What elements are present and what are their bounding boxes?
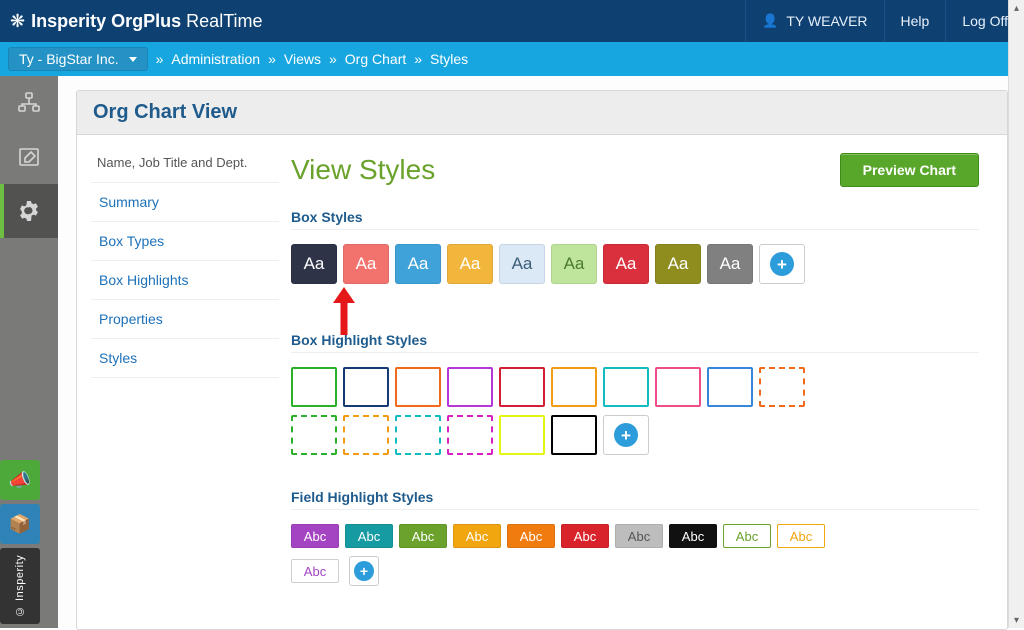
box-style-swatch[interactable]: Aa	[603, 244, 649, 284]
preview-chart-button[interactable]: Preview Chart	[840, 153, 979, 187]
box-style-swatch[interactable]: Aa	[343, 244, 389, 284]
section-box-styles: Box Styles	[291, 209, 979, 225]
view-caption: Name, Job Title and Dept.	[91, 155, 279, 182]
field-highlight-swatch[interactable]: Abc	[399, 524, 447, 548]
org-chart-icon	[17, 91, 41, 115]
box-highlight-swatch[interactable]	[447, 415, 493, 455]
sun-icon: ❋	[10, 11, 25, 32]
float-announce[interactable]: 📣	[0, 460, 40, 500]
package-icon: 📦	[9, 514, 31, 535]
box-style-swatch[interactable]: Aa	[707, 244, 753, 284]
float-box[interactable]: 📦	[0, 504, 40, 544]
sidenav-boxtypes[interactable]: Box Types	[91, 222, 279, 261]
box-highlight-swatch[interactable]	[447, 367, 493, 407]
edit-icon	[17, 145, 41, 169]
field-highlight-swatch[interactable]: Abc	[777, 524, 825, 548]
org-name: Ty - BigStar Inc.	[19, 51, 119, 67]
crumb-administration[interactable]: Administration	[171, 51, 260, 67]
user-menu[interactable]: 👤 TY WEAVER	[745, 0, 883, 42]
field-highlight-swatch[interactable]: Abc	[453, 524, 501, 548]
app-logo: ❋ Insperity OrgPlus RealTime	[0, 11, 263, 32]
box-styles-row: AaAaAaAaAaAaAaAaAa+	[291, 244, 979, 284]
plus-icon: +	[770, 252, 794, 276]
box-style-swatch[interactable]: Aa	[291, 244, 337, 284]
box-highlight-swatch[interactable]	[343, 415, 389, 455]
box-highlight-swatch[interactable]	[603, 367, 649, 407]
crumb-styles[interactable]: Styles	[430, 51, 468, 67]
box-style-swatch[interactable]: Aa	[395, 244, 441, 284]
box-highlight-swatch[interactable]	[551, 367, 597, 407]
sidenav-properties[interactable]: Properties	[91, 300, 279, 339]
float-insperity[interactable]: © Insperity	[0, 548, 40, 624]
box-highlight-swatch[interactable]	[395, 415, 441, 455]
box-highlight-swatch[interactable]	[655, 367, 701, 407]
sidenav-summary[interactable]: Summary	[91, 183, 279, 222]
left-rail: 📣 📦 © Insperity	[0, 76, 58, 628]
help-link[interactable]: Help	[884, 0, 946, 42]
chevron-down-icon	[129, 57, 137, 62]
box-highlight-swatch[interactable]	[291, 367, 337, 407]
field-highlight-swatch[interactable]: Abc	[615, 524, 663, 548]
section-field-highlight-styles: Field Highlight Styles	[291, 489, 979, 505]
box-style-swatch[interactable]: Aa	[551, 244, 597, 284]
rail-settings[interactable]	[0, 184, 58, 238]
box-highlight-swatch[interactable]	[551, 415, 597, 455]
add-box-highlight[interactable]: +	[603, 415, 649, 455]
box-highlight-swatch[interactable]	[291, 415, 337, 455]
page-title: View Styles	[291, 154, 435, 186]
gear-icon	[17, 199, 41, 223]
field-highlight-swatch[interactable]: Abc	[507, 524, 555, 548]
sidenav-styles[interactable]: Styles	[91, 339, 279, 378]
field-highlight-swatch[interactable]: Abc	[561, 524, 609, 548]
crumb-views[interactable]: Views	[284, 51, 321, 67]
add-box-style[interactable]: +	[759, 244, 805, 284]
box-style-swatch[interactable]: Aa	[499, 244, 545, 284]
box-highlight-row-1	[291, 367, 979, 407]
box-highlight-swatch[interactable]	[707, 367, 753, 407]
breadcrumb-bar: Ty - BigStar Inc. »Administration »Views…	[0, 42, 1024, 76]
field-highlight-swatch[interactable]: Abc	[345, 524, 393, 548]
box-highlight-swatch[interactable]	[499, 367, 545, 407]
window-scrollbar[interactable]: ▴ ▾	[1008, 0, 1024, 628]
field-highlight-swatch[interactable]: Abc	[669, 524, 717, 548]
user-icon: 👤	[762, 13, 778, 29]
box-highlight-swatch[interactable]	[499, 415, 545, 455]
section-box-highlight-styles: Box Highlight Styles	[291, 332, 979, 348]
add-field-highlight[interactable]: +	[349, 556, 379, 586]
user-name: TY WEAVER	[786, 13, 867, 29]
plus-icon: +	[614, 423, 638, 447]
field-highlight-row-2: Abc +	[291, 556, 979, 586]
plus-icon: +	[354, 561, 374, 581]
megaphone-icon: 📣	[9, 470, 31, 491]
box-highlight-swatch[interactable]	[759, 367, 805, 407]
field-highlight-swatch[interactable]: Abc	[291, 524, 339, 548]
panel-title: Org Chart View	[77, 91, 1007, 135]
rail-orgchart[interactable]	[0, 76, 58, 130]
org-dropdown[interactable]: Ty - BigStar Inc.	[8, 47, 148, 71]
box-style-swatch[interactable]: Aa	[447, 244, 493, 284]
box-highlight-swatch[interactable]	[343, 367, 389, 407]
box-style-swatch[interactable]: Aa	[655, 244, 701, 284]
box-highlight-swatch[interactable]	[395, 367, 441, 407]
crumb-orgchart[interactable]: Org Chart	[345, 51, 406, 67]
field-highlight-swatch[interactable]: Abc	[291, 559, 339, 583]
field-highlight-swatch[interactable]: Abc	[723, 524, 771, 548]
sidenav-boxhighlights[interactable]: Box Highlights	[91, 261, 279, 300]
field-highlight-row-1: AbcAbcAbcAbcAbcAbcAbcAbcAbcAbc	[291, 524, 979, 548]
rail-edit[interactable]	[0, 130, 58, 184]
box-highlight-row-2: +	[291, 415, 979, 455]
